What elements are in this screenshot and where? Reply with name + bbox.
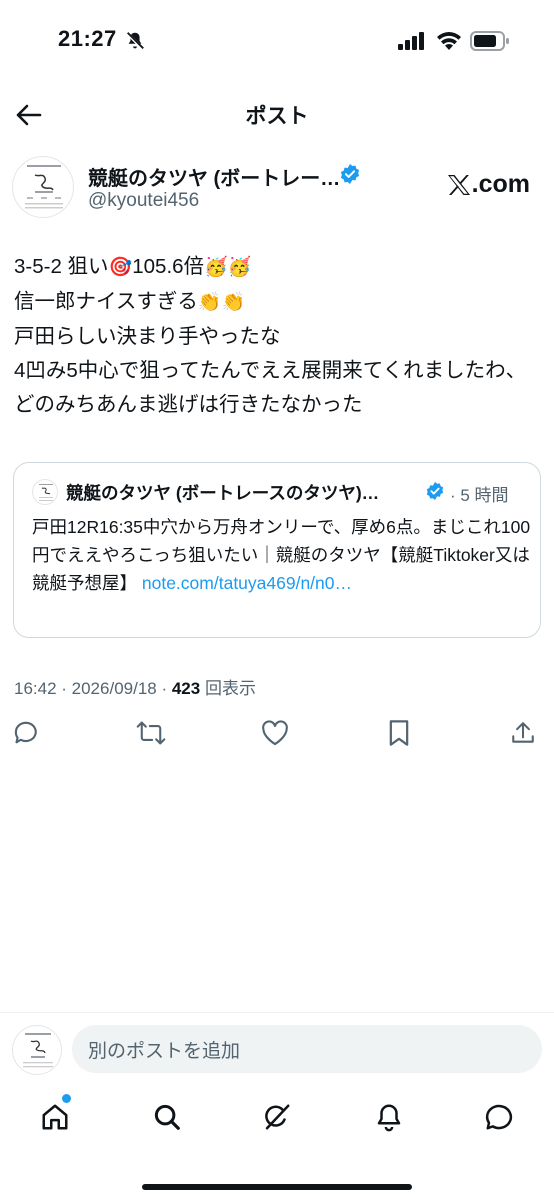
grok-icon — [265, 1104, 290, 1130]
dart-emoji: 🎯 — [108, 257, 133, 278]
post-line: 3-5-2 狙い🎯105.6倍🥳🥳 — [14, 255, 252, 278]
post-line: 4凹み5中心で狙ってたんでええ展開来てくれましたわ、どのみちあんま逃げは行きたな… — [14, 359, 527, 416]
quote-card[interactable]: 競艇のタツヤ (ボートレースのタツヤ)… · 5 時間 戸田12R16:35中穴… — [13, 462, 541, 638]
quote-timestamp: · 5 時間 — [450, 486, 509, 505]
back-button[interactable] — [12, 98, 46, 132]
bell-icon — [377, 1104, 401, 1132]
share-icon — [512, 722, 534, 743]
reply-button[interactable] — [12, 718, 42, 748]
tab-notifications[interactable] — [372, 1100, 406, 1134]
reply-composer: 別のポストを追加 — [0, 1012, 554, 1084]
verified-icon — [426, 482, 444, 505]
tab-grok[interactable] — [260, 1100, 294, 1134]
like-button[interactable] — [260, 718, 290, 748]
messages-icon — [485, 1104, 513, 1130]
post-text: 3-5-2 狙い🎯105.6倍🥳🥳 信一郎ナイスすぎる👏👏 戸田らしい決まり手や… — [14, 250, 542, 422]
page-title: ポスト — [245, 105, 309, 128]
post-line: 戸田らしい決まり手やったな — [14, 325, 281, 348]
post-line: 信一郎ナイスすぎる👏👏 — [14, 290, 246, 313]
home-indicator — [142, 1184, 412, 1190]
wifi-icon — [436, 31, 462, 56]
avatar[interactable] — [12, 156, 74, 218]
source-badge-text: .com — [471, 170, 530, 198]
quote-link[interactable]: note.com/tatuya469/n/n0… — [142, 573, 352, 593]
source-badge: .com — [447, 170, 530, 199]
back-arrow-icon — [16, 104, 42, 126]
action-row — [0, 716, 554, 752]
quote-text: 戸田12R16:35中穴から万舟オンリーで、厚め6点。まじこれ100円でええやろ… — [32, 517, 531, 593]
tab-home[interactable] — [38, 1100, 72, 1134]
bookmark-icon — [389, 720, 409, 746]
quote-author-name: 競艇のタツヤ (ボートレースのタツヤ)… — [66, 483, 380, 503]
search-icon — [154, 1104, 180, 1130]
nav-header: ポスト — [0, 90, 554, 138]
post-timestamp: 16:42 · 2026/09/18 · — [14, 679, 172, 698]
home-icon — [42, 1104, 68, 1130]
cellular-signal-icon — [398, 32, 426, 55]
status-time: 21:27 — [58, 26, 117, 51]
repost-button[interactable] — [136, 718, 166, 748]
reply-input[interactable]: 別のポストを追加 — [72, 1025, 542, 1073]
reply-icon — [14, 721, 37, 744]
tab-search[interactable] — [150, 1100, 184, 1134]
repost-icon — [136, 721, 166, 745]
quote-avatar — [32, 479, 58, 505]
view-count-label: 回表示 — [200, 679, 256, 698]
bookmark-button[interactable] — [384, 718, 414, 748]
share-button[interactable] — [508, 718, 538, 748]
party-face-emoji: 🥳🥳 — [204, 257, 252, 278]
post-meta: 16:42 · 2026/09/18 · 423 回表示 — [14, 674, 256, 699]
author-row: 競艇のタツヤ (ボートレー… @kyoutei456 .com — [12, 156, 542, 218]
avatar — [12, 1025, 62, 1075]
status-bar: 21:27 — [0, 0, 554, 80]
author-name[interactable]: 競艇のタツヤ (ボートレー… — [88, 162, 340, 191]
clapping-emoji: 👏👏 — [197, 292, 246, 313]
like-icon — [262, 720, 288, 746]
author-handle[interactable]: @kyoutei456 — [88, 190, 199, 212]
bell-slash-icon — [124, 30, 146, 52]
x-logo-icon — [447, 174, 470, 195]
tab-messages[interactable] — [482, 1100, 516, 1134]
bottom-tab-bar — [0, 1090, 554, 1146]
view-count: 423 — [171, 679, 201, 698]
verified-icon — [340, 164, 360, 189]
unread-indicator — [62, 1094, 71, 1103]
battery-icon — [470, 31, 510, 56]
